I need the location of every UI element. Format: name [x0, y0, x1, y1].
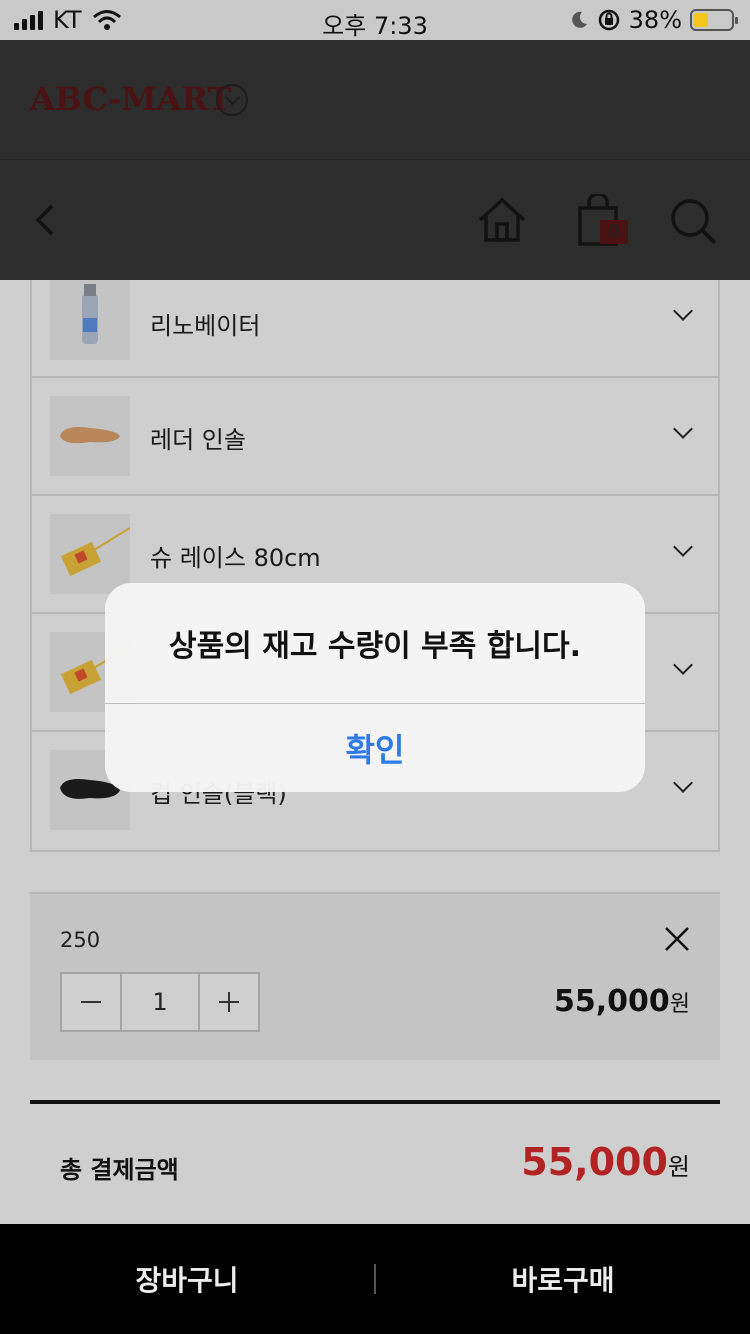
alert-message: 상품의 재고 수량이 부족 합니다.	[169, 629, 581, 664]
confirm-button[interactable]: 확인	[105, 704, 645, 792]
alert-dialog: 상품의 재고 수량이 부족 합니다. 확인	[105, 583, 645, 792]
